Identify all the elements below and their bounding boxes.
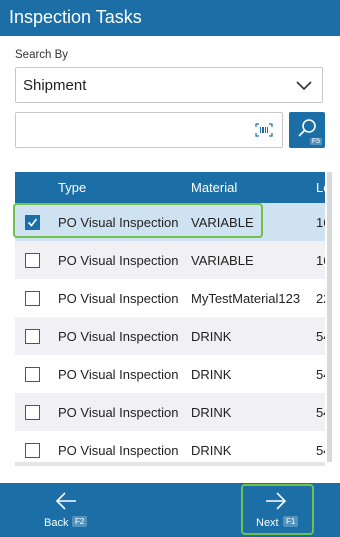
table-row[interactable]: PO Visual Inspection DRINK 54 <box>15 393 325 431</box>
cell-location: 16 <box>316 215 325 230</box>
row-checkbox[interactable] <box>25 405 40 420</box>
cell-material: DRINK <box>191 443 232 458</box>
horizontal-scrollbar[interactable] <box>15 462 325 466</box>
table-header: Type Material Lo <box>15 172 325 203</box>
table-row[interactable]: PO Visual Inspection DRINK 54 <box>15 317 325 355</box>
search-by-value: Shipment <box>23 77 87 94</box>
chevron-down-icon <box>296 81 312 91</box>
cell-material: DRINK <box>191 329 232 344</box>
search-icon <box>298 119 316 137</box>
column-type[interactable]: Type <box>58 180 86 195</box>
cell-type: PO Visual Inspection <box>58 367 179 382</box>
cell-type: PO Visual Inspection <box>58 405 179 420</box>
cell-type: PO Visual Inspection <box>58 443 179 458</box>
search-by-label: Search By <box>15 49 69 61</box>
cell-type: PO Visual Inspection <box>58 329 179 344</box>
column-material[interactable]: Material <box>191 180 237 195</box>
app-header: Inspection Tasks <box>0 0 340 36</box>
cell-material: DRINK <box>191 405 232 420</box>
search-by-select[interactable]: Shipment <box>15 67 323 103</box>
row-checkbox[interactable] <box>25 367 40 382</box>
back-label: Back <box>44 517 69 529</box>
table-row[interactable]: PO Visual Inspection VARIABLE 16 <box>15 241 325 279</box>
search-shortcut-key: F5 <box>309 138 322 145</box>
cell-material: VARIABLE <box>191 253 254 268</box>
row-checkbox[interactable] <box>25 329 40 344</box>
row-checkbox[interactable] <box>25 291 40 306</box>
cell-material: MyTestMaterial123 <box>191 291 301 306</box>
table-row[interactable]: PO Visual Inspection MyTestMaterial123 2… <box>15 279 325 317</box>
cell-type: PO Visual Inspection <box>58 291 179 306</box>
arrow-left-icon <box>55 492 76 510</box>
cell-location: 54 <box>316 329 325 344</box>
column-location[interactable]: Lo <box>316 180 325 195</box>
barcode-scan-icon[interactable] <box>255 123 273 137</box>
back-shortcut-key: F2 <box>72 516 88 527</box>
page-title: Inspection Tasks <box>9 7 142 27</box>
selected-row-highlight <box>13 203 263 238</box>
table-row[interactable]: PO Visual Inspection DRINK 54 <box>15 355 325 393</box>
cell-material: DRINK <box>191 367 232 382</box>
row-checkbox[interactable] <box>25 443 40 458</box>
cell-location: 22 <box>316 291 325 306</box>
back-button[interactable]: Back F2 <box>35 483 95 537</box>
table-row[interactable]: PO Visual Inspection DRINK 54 <box>15 431 325 462</box>
cell-location: 54 <box>316 405 325 420</box>
cell-location: 54 <box>316 367 325 382</box>
cell-type: PO Visual Inspection <box>58 253 179 268</box>
vertical-scrollbar[interactable] <box>327 172 332 462</box>
cell-location: 16 <box>316 253 325 268</box>
next-button-highlight <box>241 484 314 535</box>
search-button[interactable]: F5 <box>289 112 325 148</box>
cell-location: 54 <box>316 443 325 458</box>
search-input[interactable] <box>15 112 283 148</box>
row-checkbox[interactable] <box>25 253 40 268</box>
